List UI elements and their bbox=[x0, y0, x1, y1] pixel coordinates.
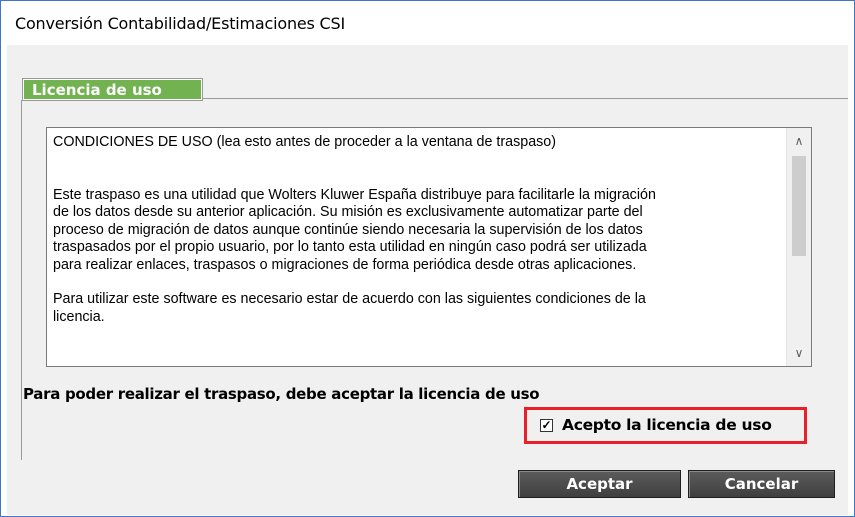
license-line: para realizar enlaces, traspasos o migra… bbox=[53, 256, 637, 273]
vertical-scrollbar[interactable]: ∧ ∨ bbox=[786, 128, 811, 366]
scroll-down-icon[interactable]: ∨ bbox=[787, 342, 811, 364]
accept-license-checkbox[interactable]: ✓ bbox=[540, 419, 553, 432]
accept-license-highlight: ✓ Acepto la licencia de uso bbox=[524, 407, 807, 444]
panel-border bbox=[21, 100, 22, 460]
title-bar[interactable]: Conversión Contabilidad/Estimaciones CSI bbox=[1, 1, 854, 45]
window-title: Conversión Contabilidad/Estimaciones CSI bbox=[15, 14, 346, 33]
accept-license-label[interactable]: Acepto la licencia de uso bbox=[562, 416, 772, 434]
tab-licencia-de-uso[interactable]: Licencia de uso bbox=[22, 78, 203, 101]
license-line: Para utilizar este software es necesario… bbox=[53, 291, 646, 307]
dialog-window: Conversión Contabilidad/Estimaciones CSI… bbox=[0, 0, 855, 517]
scroll-thumb[interactable] bbox=[792, 156, 806, 256]
license-notice: Para poder realizar el traspaso, debe ac… bbox=[23, 385, 540, 403]
dialog-client-area: Licencia de uso CONDICIONES DE USO (lea … bbox=[7, 45, 848, 515]
accept-button[interactable]: Aceptar bbox=[518, 470, 681, 498]
license-line: traspasados por el propio usuario, por l… bbox=[53, 239, 647, 255]
license-line: de los datos desde su anterior aplicació… bbox=[53, 204, 643, 220]
scroll-up-icon[interactable]: ∧ bbox=[787, 130, 811, 152]
license-line: licencia. bbox=[53, 308, 105, 325]
tab-label: Licencia de uso bbox=[32, 81, 162, 99]
license-line: proceso de migración de datos aunque con… bbox=[53, 221, 643, 238]
license-heading: CONDICIONES DE USO (lea esto antes de pr… bbox=[53, 134, 557, 150]
license-text: CONDICIONES DE USO (lea esto antes de pr… bbox=[53, 134, 777, 326]
tab-border-line bbox=[203, 98, 848, 99]
cancel-button[interactable]: Cancelar bbox=[688, 470, 835, 498]
license-text-area[interactable]: CONDICIONES DE USO (lea esto antes de pr… bbox=[46, 127, 812, 367]
license-line: Este traspaso es una utilidad que Wolter… bbox=[53, 186, 656, 203]
